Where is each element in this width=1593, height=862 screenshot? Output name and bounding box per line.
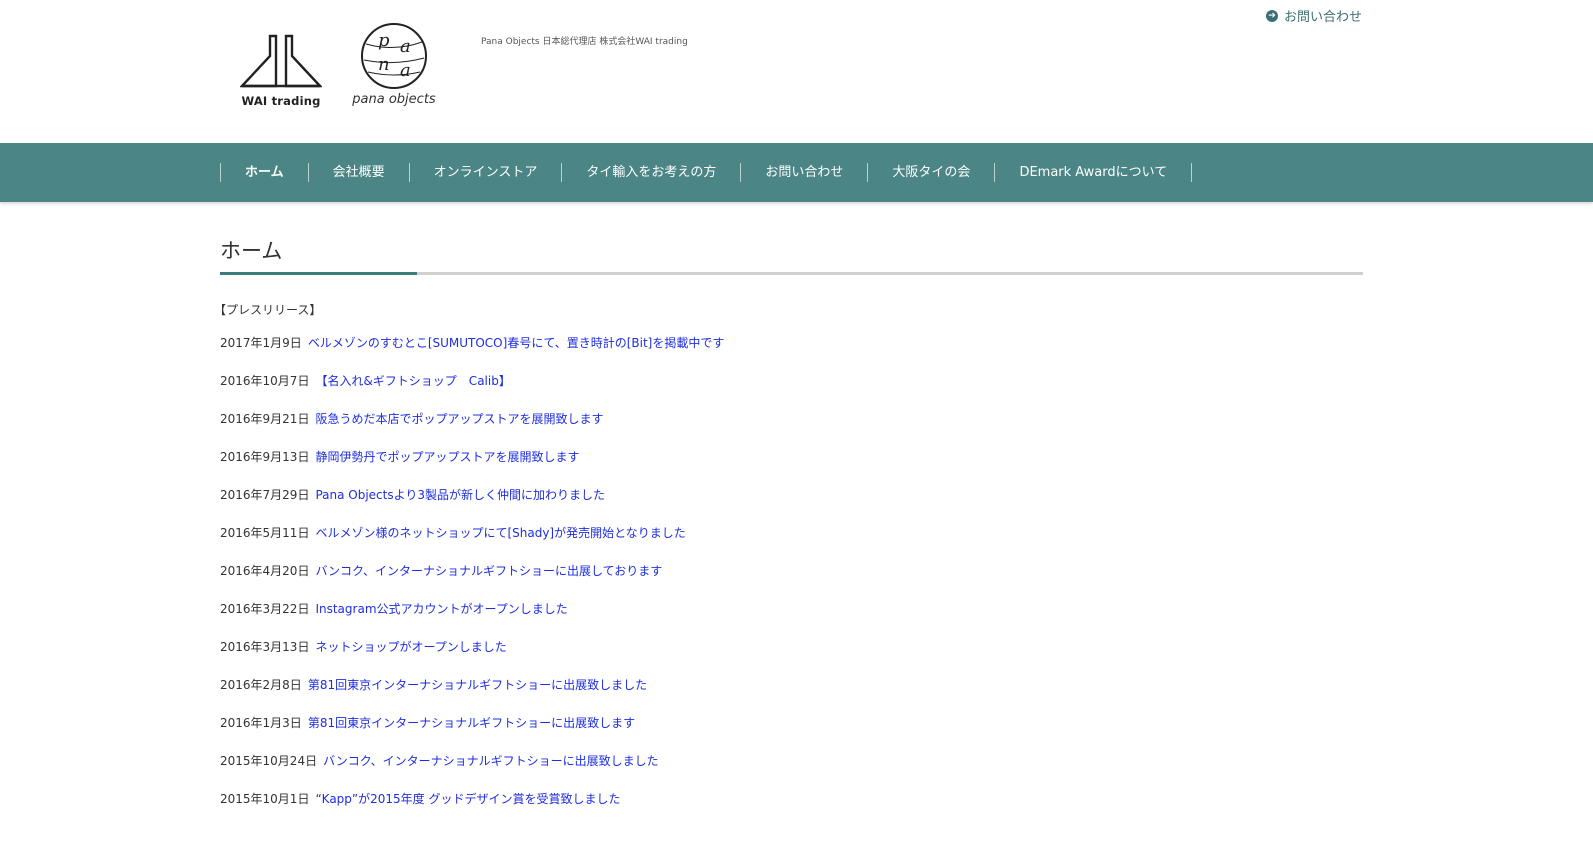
news-link[interactable]: 第81回東京インターナショナルギフトショーに出展致します (308, 716, 635, 730)
main-content: ホーム 【プレスリリース】 2017年1月9日 ベルメゾンのすむとこ[SUMUTO… (214, 202, 1363, 830)
news-date: 2016年1月3日 (220, 716, 302, 730)
news-list: 2017年1月9日 ベルメゾンのすむとこ[SUMUTOCO]春号にて、置き時計の[… (220, 336, 1363, 830)
pana-objects-logo[interactable]: p a n a pana objects (344, 22, 444, 112)
news-link[interactable]: バンコク、インターナショナルギフトショーに出展しております (315, 564, 662, 578)
news-date: 2016年2月8日 (220, 678, 302, 692)
pana-letter: n (378, 54, 390, 75)
news-date: 2016年5月11日 (220, 526, 310, 540)
title-underline (220, 272, 1363, 275)
news-date: 2017年1月9日 (220, 336, 302, 350)
news-link[interactable]: 静岡伊勢丹でポップアップストアを展開致します (315, 450, 579, 464)
site-header: WAI trading p a n a pana objects Pana Ob… (0, 0, 1593, 143)
news-link[interactable]: 阪急うめだ本店でポップアップストアを展開致します (315, 412, 603, 426)
news-item: 2016年5月11日 ベルメゾン様のネットショップにて[Shady]が発売開始とな… (220, 526, 1363, 564)
pana-logo-circle-icon: p a n a (361, 23, 427, 89)
header-contact-label: お問い合わせ (1284, 10, 1363, 25)
news-link[interactable]: 【名入れ&ギフトショップ Calib】 (315, 374, 510, 388)
news-item: 2016年4月20日 バンコク、インターナショナルギフトショーに出展しております (220, 564, 1363, 602)
wai-trading-logo[interactable]: WAI trading (240, 34, 322, 112)
pana-logo-text: pana objects (352, 92, 436, 107)
nav-item-company[interactable]: 会社概要 (309, 163, 410, 182)
news-item: 2017年1月9日 ベルメゾンのすむとこ[SUMUTOCO]春号にて、置き時計の[… (220, 336, 1363, 374)
nav-item-contact[interactable]: お問い合わせ (741, 163, 869, 182)
news-item: 2016年7月29日 Pana Objectsより3製品が新しく仲間に加わりました (220, 488, 1363, 526)
news-date: 2016年4月20日 (220, 564, 310, 578)
news-date: 2015年10月1日 (220, 792, 310, 806)
news-item: 2016年2月8日 第81回東京インターナショナルギフトショーに出展致しました (220, 678, 1363, 716)
nav-list: ホーム 会社概要 オンラインストア タイ輸入をお考えの方 お問い合わせ 大阪タイ… (220, 163, 1193, 182)
news-link[interactable]: 第81回東京インターナショナルギフトショーに出展致しました (308, 678, 647, 692)
news-link[interactable]: Instagram公式アカウントがオープンしました (315, 602, 567, 616)
news-date: 2016年10月7日 (220, 374, 310, 388)
news-date: 2016年3月13日 (220, 640, 310, 654)
news-item: 2015年10月24日 バンコク、インターナショナルギフトショーに出展致しました (220, 754, 1363, 792)
news-date: 2016年9月21日 (220, 412, 310, 426)
news-date: 2016年9月13日 (220, 450, 310, 464)
news-link[interactable]: ネットショップがオープンしました (315, 640, 506, 654)
news-link[interactable]: ベルメゾンのすむとこ[SUMUTOCO]春号にて、置き時計の[Bit]を掲載中で… (308, 336, 725, 350)
news-item: 2016年10月7日 【名入れ&ギフトショップ Calib】 (220, 374, 1363, 412)
news-item: 2016年3月13日 ネットショップがオープンしました (220, 640, 1363, 678)
pana-letter: a (400, 60, 411, 81)
news-date: 2015年10月24日 (220, 754, 318, 768)
news-link[interactable]: ベルメゾン様のネットショップにて[Shady]が発売開始となりました (315, 526, 685, 540)
nav-item-osaka-thai[interactable]: 大阪タイの会 (868, 163, 996, 182)
title-underline-accent (220, 272, 417, 275)
news-item: 2015年10月1日 “Kapp”が2015年度 グッドデザイン賞を受賞致しました (220, 792, 1363, 830)
arrow-right-circle-icon: ➔ (1266, 9, 1278, 22)
nav-item-thai-import[interactable]: タイ輸入をお考えの方 (562, 163, 742, 182)
main-navigation: ホーム 会社概要 オンラインストア タイ輸入をお考えの方 お問い合わせ 大阪タイ… (0, 143, 1593, 202)
news-link[interactable]: “Kapp”が2015年度 グッドデザイン賞を受賞致しました (315, 792, 620, 806)
nav-item-online-store[interactable]: オンラインストア (410, 163, 563, 182)
news-date: 2016年7月29日 (220, 488, 310, 502)
news-link[interactable]: バンコク、インターナショナルギフトショーに出展致しました (323, 754, 659, 768)
nav-item-demark-award[interactable]: DEmark Awardについて (995, 163, 1193, 182)
site-tagline: Pana Objects 日本総代理店 株式会社WAI trading (481, 37, 688, 47)
news-item: 2016年1月3日 第81回東京インターナショナルギフトショーに出展致します (220, 716, 1363, 754)
news-item: 2016年3月22日 Instagram公式アカウントがオープンしました (220, 602, 1363, 640)
press-release-heading: 【プレスリリース】 (214, 303, 322, 317)
news-link[interactable]: Pana Objectsより3製品が新しく仲間に加わりました (315, 488, 605, 502)
news-item: 2016年9月13日 静岡伊勢丹でポップアップストアを展開致します (220, 450, 1363, 488)
news-date: 2016年3月22日 (220, 602, 310, 616)
wai-logo-mark-icon (240, 34, 322, 88)
header-contact-link[interactable]: ➔ お問い合わせ (1266, 6, 1362, 25)
pana-letter: p (378, 30, 390, 51)
nav-item-home[interactable]: ホーム (221, 163, 309, 182)
page-title: ホーム (220, 239, 283, 263)
pana-letter: a (400, 36, 411, 57)
news-item: 2016年9月21日 阪急うめだ本店でポップアップストアを展開致します (220, 412, 1363, 450)
wai-logo-text: WAI trading (241, 94, 321, 108)
